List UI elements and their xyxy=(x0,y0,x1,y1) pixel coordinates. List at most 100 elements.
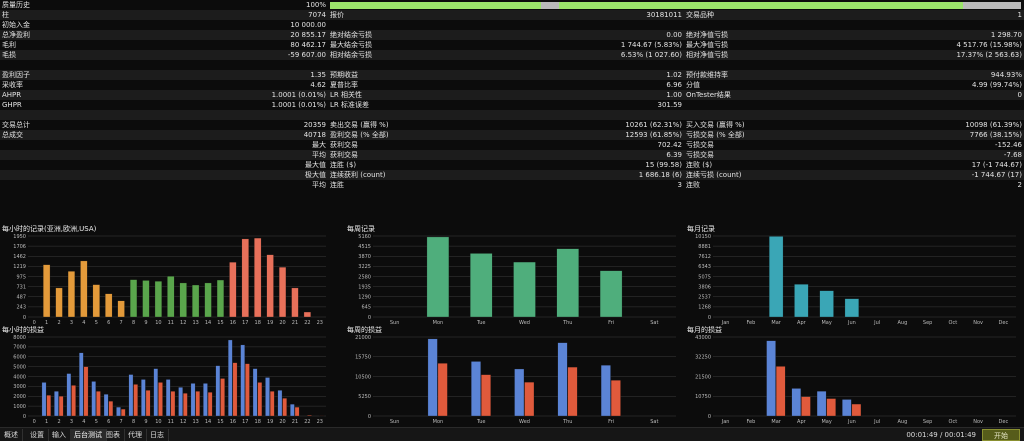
x-tick-label: 6 xyxy=(107,419,110,425)
y-tick-label: 5250 xyxy=(358,394,371,400)
bar xyxy=(851,403,862,417)
stat-label: 买入交易 (赢得 %) xyxy=(686,121,745,129)
tab-6[interactable]: 日志 xyxy=(146,429,169,441)
bar xyxy=(794,284,809,318)
y-tick-label: 1706 xyxy=(13,244,26,250)
y-tick-label: 1935 xyxy=(358,284,371,290)
chart-canvas: 51604515387032252580193512906450Sun Mon Tu… xyxy=(358,234,676,326)
bar xyxy=(54,391,59,417)
start-button[interactable]: 开始 xyxy=(982,429,1020,441)
stat-value xyxy=(840,60,1024,70)
tab-2[interactable]: 输入 xyxy=(48,429,71,441)
bar xyxy=(254,237,262,318)
y-tick-label: 0 xyxy=(708,414,711,420)
bar xyxy=(207,392,213,417)
stat-value xyxy=(840,100,1024,110)
x-tick-label: Jan xyxy=(721,419,730,425)
bar xyxy=(514,368,525,417)
stat-label: 毛利 xyxy=(2,41,16,49)
x-tick-label: 1 xyxy=(45,419,48,425)
bar xyxy=(524,381,535,417)
chart-canvas: 195017061462121997573148724300 1 2 3 4 5 6 7 8 9 1… xyxy=(13,234,326,326)
x-tick-label: 12 xyxy=(180,419,186,425)
stat-value: 3 xyxy=(677,181,682,189)
stat-label: 采收率 xyxy=(2,81,23,89)
y-tick-label: 645 xyxy=(361,305,371,311)
x-tick-label: 8 xyxy=(132,419,135,425)
bar xyxy=(252,368,258,417)
stat-value: 4 517.76 (15.98%) xyxy=(956,41,1022,49)
y-tick-label: 5075 xyxy=(698,274,711,280)
bar xyxy=(826,398,836,417)
stat-label: 获利交易 xyxy=(330,141,358,149)
tab-5[interactable]: 代理 xyxy=(124,429,147,441)
bar xyxy=(220,378,225,417)
stat-value: 1.02 xyxy=(500,70,684,80)
y-tick-label: 4515 xyxy=(358,244,371,250)
stat-label xyxy=(328,20,500,30)
bar xyxy=(71,385,76,417)
bar xyxy=(294,406,300,417)
bar xyxy=(43,264,51,318)
stat-value: 30181011 xyxy=(500,10,684,20)
stat-label: 连败 ($) xyxy=(686,161,713,169)
monthly-pl-chart: 每月的损益 43000 32250 21500 10750 0 Jan Feb Mar Apr Ma… xyxy=(685,325,1020,425)
bar xyxy=(120,408,126,417)
stat-label: 分值 xyxy=(686,81,700,89)
bar xyxy=(142,280,150,318)
stat-value: 17 (-1 744.67) xyxy=(971,161,1022,169)
tab-4[interactable]: 图表 xyxy=(102,429,125,441)
y-tick-label: 5160 xyxy=(358,234,371,240)
bar xyxy=(481,374,491,417)
stat-value: 平均 xyxy=(182,150,328,160)
chart-canvas: 1015088817612634350753806253712680Jan Feb… xyxy=(695,234,1016,326)
stat-value: 6.39 xyxy=(500,150,684,160)
x-tick-label: 15 xyxy=(217,419,223,425)
bar xyxy=(80,260,88,318)
y-tick-label: 1290 xyxy=(358,295,371,301)
stat-label: 夏普比率 xyxy=(330,81,358,89)
bar xyxy=(117,300,125,318)
stat-label xyxy=(684,20,840,30)
stat-value: 40718 xyxy=(182,130,328,140)
bar xyxy=(195,391,200,417)
bar xyxy=(158,382,163,417)
stat-value: 4.99 (99.74%) xyxy=(972,81,1022,89)
bar xyxy=(91,381,96,417)
y-tick-label: 10150 xyxy=(695,234,711,240)
x-tick-label: Tue xyxy=(476,419,486,425)
x-tick-label: 11 xyxy=(168,419,174,425)
stat-label: 绝对结余亏损 xyxy=(328,30,500,40)
tab-1[interactable]: 设置 xyxy=(26,429,49,441)
stat-label: 交易品种 xyxy=(684,10,840,20)
x-tick-label: 0 xyxy=(33,419,36,425)
stat-label xyxy=(328,110,500,120)
bar xyxy=(105,293,113,318)
y-tick-label: 2537 xyxy=(698,295,711,301)
stat-label: 亏损交易 xyxy=(686,141,714,149)
bar xyxy=(228,339,233,417)
stat-label: LR 标准误差 xyxy=(330,101,369,109)
stat-label: 连败 xyxy=(686,181,700,189)
bar xyxy=(192,284,200,318)
bar xyxy=(178,387,183,417)
stat-label: 交易总计 xyxy=(2,121,30,129)
bar xyxy=(791,388,802,417)
tab-0[interactable]: 概述 xyxy=(0,429,23,441)
bar xyxy=(216,279,225,318)
bar xyxy=(766,340,776,417)
x-tick-label: 20 xyxy=(279,419,285,425)
stat-label xyxy=(0,60,182,70)
stat-label: LR 相关性 xyxy=(328,90,500,100)
bar xyxy=(819,290,834,318)
stat-value: 10261 (62.31%) xyxy=(625,121,682,129)
bar xyxy=(116,406,121,417)
stat-label: 最大结余亏损 xyxy=(330,41,372,49)
bar xyxy=(775,366,786,417)
stat-value: -7.68 xyxy=(840,150,1024,160)
stat-label xyxy=(0,150,182,160)
bar xyxy=(265,377,270,417)
stat-label xyxy=(0,180,182,190)
stat-label xyxy=(684,110,840,120)
bar xyxy=(108,401,114,417)
